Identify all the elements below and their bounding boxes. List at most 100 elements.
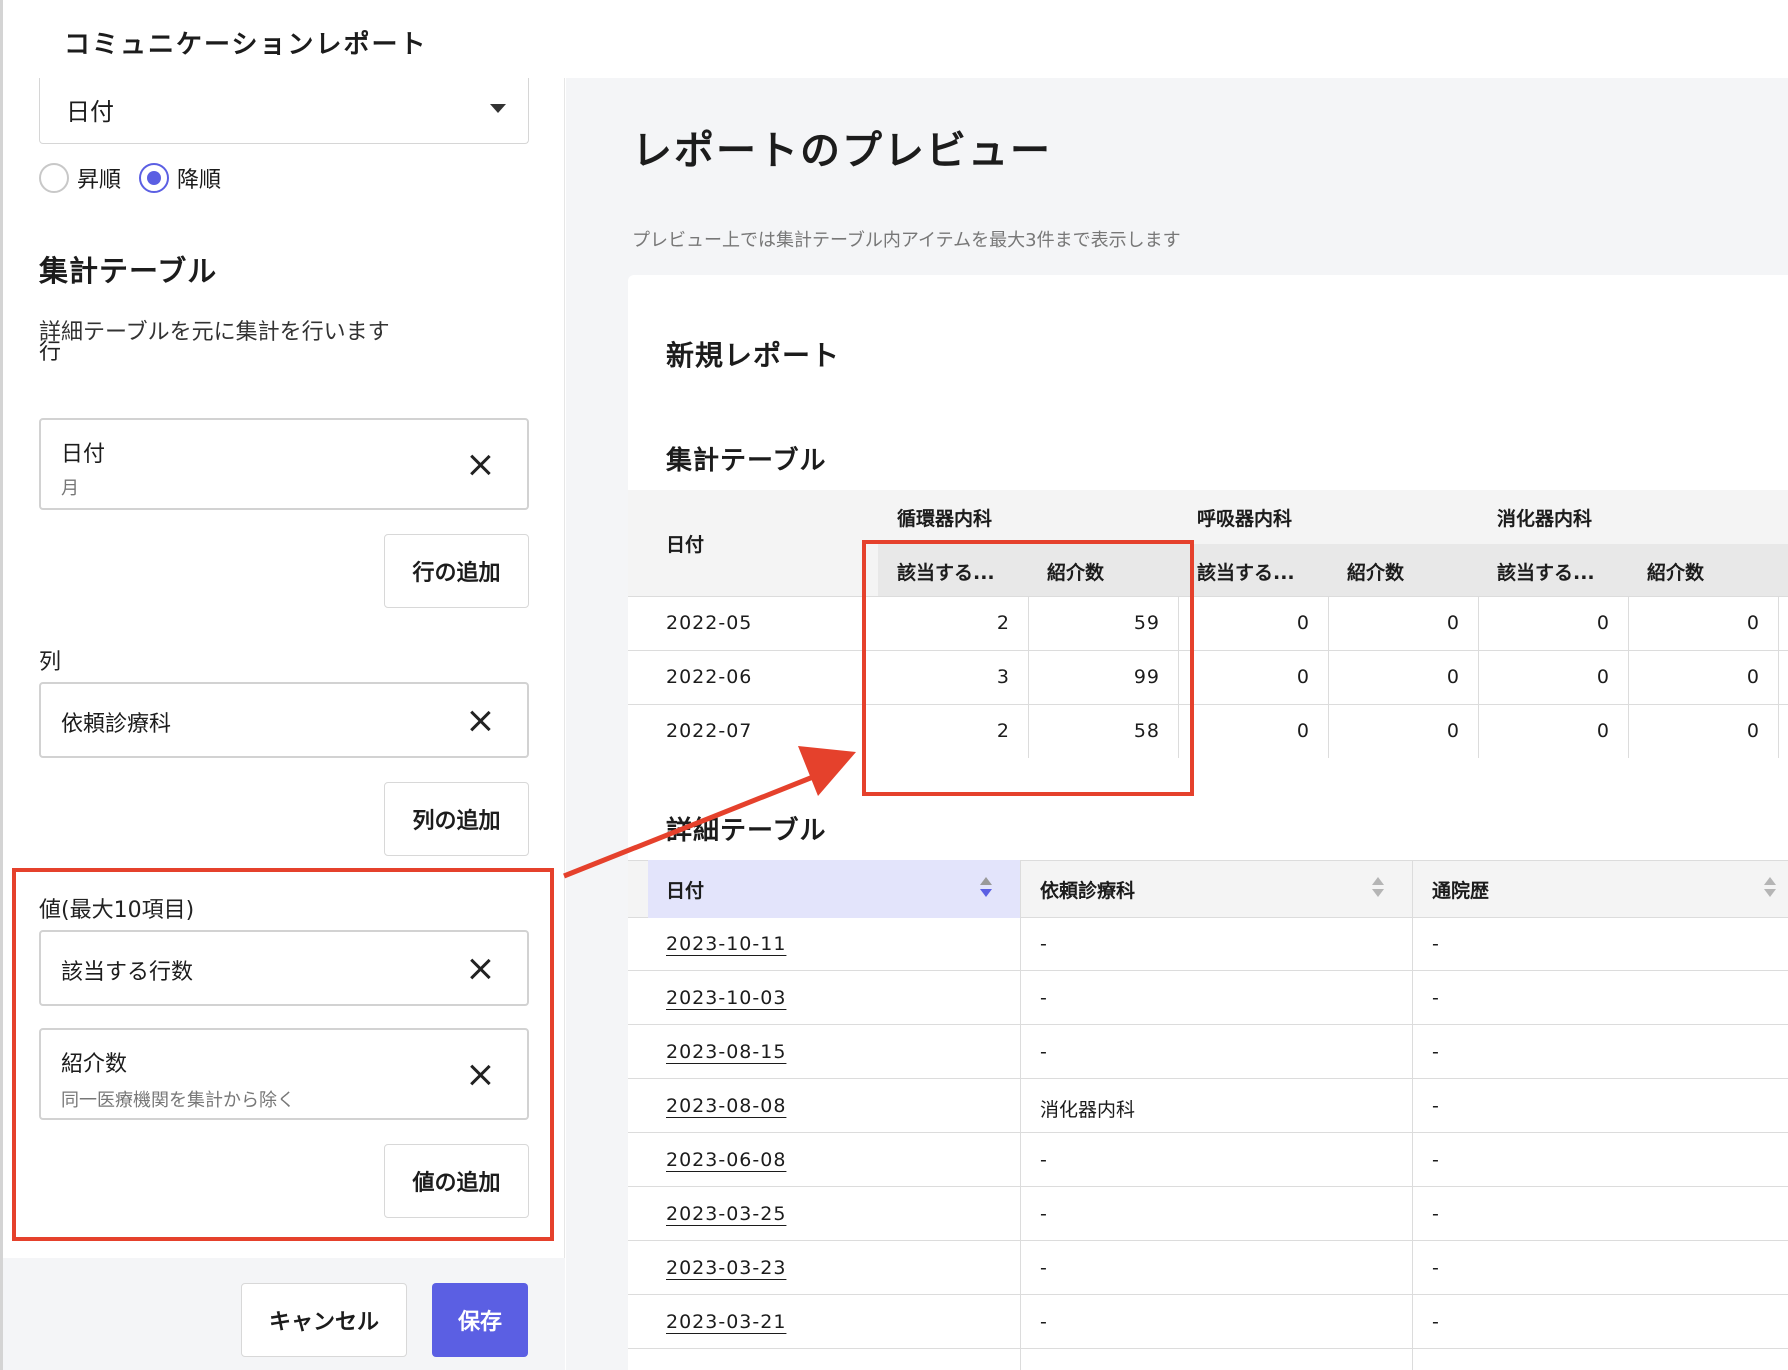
detail-row-history: - [1432,1149,1439,1171]
aggregate-row-header: 日付 [666,534,705,556]
aggregate-cell: 0 [1446,612,1460,634]
aggregate-subheader: 該当する... [1497,562,1595,584]
sort-descending-radio[interactable]: 降順 [139,162,221,194]
detail-row-department: - [1040,933,1047,955]
row-item-label: 日付 [61,442,106,467]
sort-icon[interactable] [1764,877,1776,901]
detail-header-department[interactable]: 依頼診療科 [1040,876,1135,903]
detail-row-history: - [1432,1095,1439,1117]
table-divider [628,1186,1788,1187]
sort-descending-icon[interactable] [980,877,992,901]
table-divider [628,1078,1788,1079]
detail-row-department: - [1040,1041,1047,1063]
aggregate-cell: 0 [1746,720,1760,742]
detail-row-date-link[interactable]: 2023-06-08 [666,1149,786,1171]
aggregate-highlight-box [862,540,1194,796]
table-divider [628,596,1788,597]
aggregate-row-date: 2022-05 [666,612,753,634]
aggregate-cell: 0 [1446,666,1460,688]
remove-column-close-icon[interactable] [467,708,493,734]
aggregate-group-header: 呼吸器内科 [1197,508,1293,530]
table-divider [628,1132,1788,1133]
detail-table-title: 詳細テーブル [666,816,827,846]
table-divider [628,1294,1788,1295]
app-title: コミュニケーションレポート [64,30,428,60]
sort-icon[interactable] [1372,877,1384,901]
aggregate-cell: 0 [1596,666,1610,688]
aggregate-settings-description: 詳細テーブルを元に集計を行います [39,320,390,345]
table-divider [1628,596,1629,758]
aggregate-subheader: 紹介数 [1347,562,1405,584]
detail-header-date[interactable]: 日付 [666,876,704,903]
aggregate-row-date: 2022-07 [666,720,753,742]
aggregate-cell: 0 [1746,666,1760,688]
save-button[interactable]: 保存 [432,1283,528,1357]
detail-row-history: - [1432,933,1439,955]
detail-row-department: - [1040,1311,1047,1333]
detail-row-date-link[interactable]: 2023-03-25 [666,1203,786,1225]
detail-row-history: - [1432,1311,1439,1333]
table-divider [1478,596,1479,758]
aggregate-cell: 0 [1596,720,1610,742]
table-divider [1328,596,1329,758]
table-divider [628,1024,1788,1025]
values-highlight-box [12,868,554,1241]
detail-row-history: - [1432,1257,1439,1279]
detail-row-department: - [1040,987,1047,1009]
aggregate-group-header: 消化器内科 [1497,508,1593,530]
detail-row-date-link[interactable]: 2023-03-21 [666,1311,786,1333]
detail-row-date-link[interactable]: 2023-10-11 [666,933,786,955]
table-divider [628,970,1788,971]
add-column-button[interactable]: 列の追加 [384,782,529,856]
sort-ascending-radio[interactable]: 昇順 [39,162,121,194]
row-item-sublabel: 月 [61,478,79,499]
aggregate-cell: 0 [1296,666,1310,688]
aggregate-subheader: 該当する... [1197,562,1295,584]
table-divider [628,650,1788,651]
top-bar: コミュニケーションレポート [0,0,1788,78]
aggregate-table-title: 集計テーブル [666,446,827,476]
detail-row-date-link[interactable]: 2023-03-23 [666,1257,786,1279]
detail-row-date-link[interactable]: 2023-08-15 [666,1041,786,1063]
row-item-chip: 日付 月 [39,418,529,510]
sort-field-value: 日付 [66,98,114,126]
aggregate-settings-title: 集計テーブル [39,254,218,288]
aggregate-cell: 0 [1296,720,1310,742]
detail-header-history[interactable]: 通院歴 [1432,876,1489,903]
columns-label: 列 [39,650,62,675]
detail-row-history: - [1432,1203,1439,1225]
table-divider [628,704,1788,705]
aggregate-cell: 0 [1446,720,1460,742]
add-row-button[interactable]: 行の追加 [384,534,529,608]
radio-unchecked-icon [39,163,69,193]
detail-row-department: 消化器内科 [1040,1099,1136,1121]
column-item-label: 依頼診療科 [61,712,172,737]
aggregate-cell: 0 [1296,612,1310,634]
rows-label: 行 [39,340,62,365]
detail-row-date-link[interactable]: 2023-10-03 [666,987,786,1009]
detail-row-department: - [1040,1149,1047,1171]
detail-row-history: - [1432,987,1439,1009]
detail-row-department: - [1040,1257,1047,1279]
aggregate-group-header: 循環器内科 [897,508,993,530]
remove-row-close-icon[interactable] [467,452,493,478]
detail-row-date-link[interactable]: 2023-08-08 [666,1095,786,1117]
sort-descending-label: 降順 [177,168,222,193]
aggregate-cell: 0 [1746,612,1760,634]
aggregate-subheader: 紹介数 [1647,562,1705,584]
table-divider [628,1348,1788,1349]
sort-field-select[interactable]: 日付 [39,78,529,144]
table-divider [628,1240,1788,1241]
preview-title: レポートのプレビュー [632,128,1052,174]
preview-note: プレビュー上では集計テーブル内アイテムを最大3件まで表示します [632,230,1181,251]
radio-checked-icon [139,163,169,193]
detail-row-department: - [1040,1203,1047,1225]
column-item-chip: 依頼診療科 [39,682,529,758]
detail-row-history: - [1432,1041,1439,1063]
table-divider [1778,596,1779,758]
report-name: 新規レポート [666,339,841,372]
aggregate-cell: 0 [1596,612,1610,634]
chevron-down-icon [490,104,506,113]
sort-ascending-label: 昇順 [77,168,122,193]
cancel-button[interactable]: キャンセル [241,1283,407,1357]
